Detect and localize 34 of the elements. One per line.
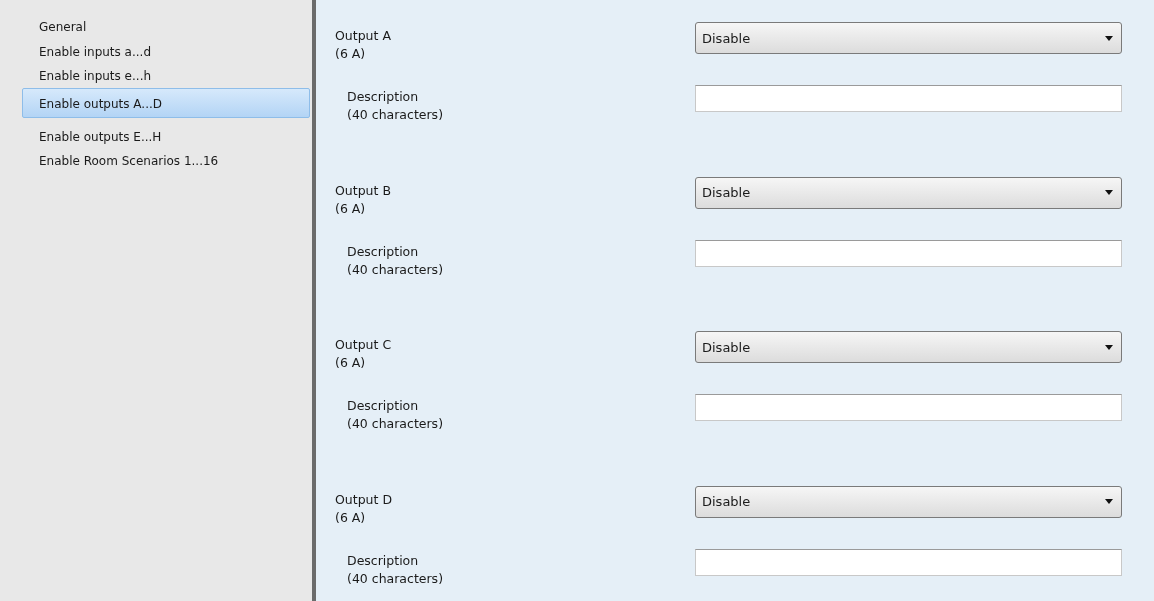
caret-icon (1105, 344, 1113, 350)
description-label: Description (347, 243, 420, 259)
output-dropdown[interactable]: Disable (695, 176, 1122, 209)
output-name: Output A (335, 28, 392, 43)
sidebar-item[interactable]: Enable outputs A...D (22, 87, 310, 118)
caret-icon (1105, 499, 1113, 504)
output-rating: (6 A) (335, 46, 367, 61)
output-rating: (6 A) (335, 200, 367, 216)
description-label: Description (347, 552, 420, 568)
description-field[interactable] (695, 239, 1122, 267)
caret-icon (1105, 35, 1113, 41)
description-hint: (40 characters) (347, 261, 444, 277)
sidebar-item[interactable]: Enable inputs e...h (22, 63, 310, 88)
output-name: Output C (335, 337, 393, 352)
description-field[interactable] (695, 548, 1122, 576)
description-hint: (40 characters) (347, 416, 444, 431)
output-name: Output D (335, 491, 394, 507)
description-hint: (40 characters) (347, 570, 444, 586)
sidebar-item[interactable]: Enable inputs a...d (22, 38, 310, 63)
output-rating: (6 A) (335, 355, 367, 370)
description-field[interactable] (695, 85, 1122, 112)
description-label: Description (347, 398, 420, 413)
description-hint: (40 characters) (347, 107, 444, 122)
description-field[interactable] (695, 394, 1122, 421)
output-dropdown[interactable]: Disable (695, 485, 1122, 518)
sidebar-item[interactable]: Enable Room Scenarios 1...16 (22, 148, 310, 173)
output-name: Output B (335, 182, 392, 198)
description-label: Description (347, 89, 420, 104)
sidebar-item[interactable]: Enable outputs E...H (22, 123, 310, 148)
output-dropdown[interactable]: Disable (695, 331, 1122, 363)
caret-icon (1105, 190, 1113, 195)
output-dropdown[interactable]: Disable (695, 22, 1122, 54)
sidebar-item[interactable]: General (22, 14, 310, 39)
output-rating: (6 A) (335, 509, 367, 525)
